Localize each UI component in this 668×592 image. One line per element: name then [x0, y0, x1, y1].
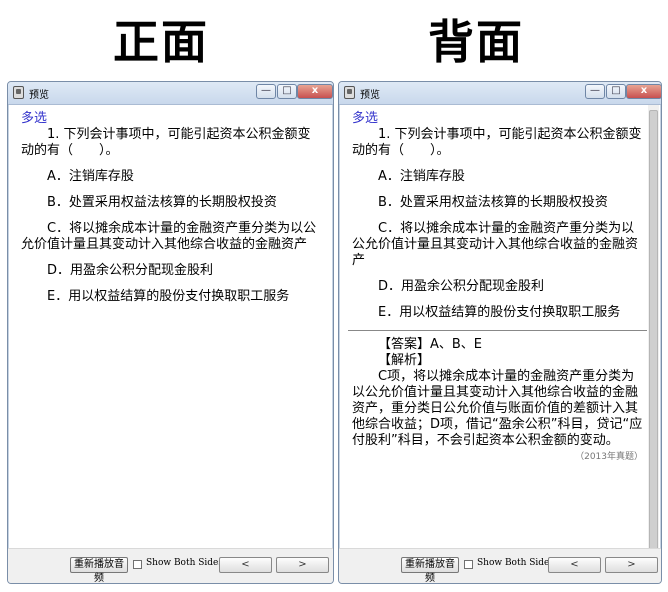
next-button[interactable]: > — [276, 557, 329, 573]
replay-audio-button[interactable]: 重新播放音频 — [401, 557, 459, 583]
back-preview-window: 预览 — □ x 多选 1. 下列会计事项中，可能引起资本公积金额变动的有（ ）… — [338, 81, 662, 584]
scrollbar-thumb[interactable] — [649, 110, 658, 550]
option-a: A．注销库存股 — [47, 169, 134, 184]
option-e: E．用以权益结算的股份支付换取职工服务 — [378, 305, 621, 320]
option-d: D．用盈余公积分配现金股利 — [378, 279, 545, 294]
minimize-button[interactable]: — — [256, 84, 276, 99]
source-note: （2013年真题） — [575, 452, 643, 462]
window-title: 预览 — [360, 90, 380, 101]
question-stem: 1. 下列会计事项中，可能引起资本公积金额变动的有（ ）。 — [21, 127, 311, 158]
close-button[interactable]: x — [626, 84, 661, 99]
option-c: C．将以摊余成本计量的金融资产重分类为以公允价值计量且其变动计入其他综合收益的金… — [352, 221, 639, 268]
option-b: B．处置采用权益法核算的长期股权投资 — [47, 195, 277, 210]
front-titlebar: 预览 — □ x — [8, 82, 333, 105]
app-icon — [344, 86, 355, 99]
replay-audio-button[interactable]: 重新播放音频 — [70, 557, 128, 583]
option-c: C．将以摊余成本计量的金融资产重分类为以公允价值计量且其变动计入其他综合收益的金… — [21, 221, 317, 252]
analysis-text: C项，将以摊余成本计量的金融资产重分类为以公允价值计量且其变动计入其他综合收益的… — [352, 369, 643, 448]
vertical-scrollbar[interactable] — [648, 105, 659, 550]
front-preview-window: 预览 — □ x 多选 1. 下列会计事项中，可能引起资本公积金额变动的有（ ）… — [7, 81, 334, 584]
prev-button[interactable]: < — [548, 557, 601, 573]
show-both-sides-label: Show Both Sides — [477, 558, 555, 568]
option-e: E．用以权益结算的股份支付换取职工服务 — [47, 289, 290, 304]
back-bottom-bar: 重新播放音频 Show Both Sides < > — [339, 548, 661, 583]
answer-divider — [348, 330, 647, 331]
option-b: B．处置采用权益法核算的长期股权投资 — [378, 195, 608, 210]
app-icon — [13, 86, 24, 99]
question-stem: 1. 下列会计事项中，可能引起资本公积金额变动的有（ ）。 — [352, 127, 642, 158]
answer-line: 【答案】A、B、E — [378, 337, 483, 352]
checkbox-icon[interactable] — [464, 560, 473, 569]
question-type: 多选 — [352, 111, 379, 126]
front-bottom-bar: 重新播放音频 Show Both Sides < > — [8, 548, 333, 583]
close-button[interactable]: x — [297, 84, 333, 99]
option-d: D．用盈余公积分配现金股利 — [47, 263, 214, 278]
option-a: A．注销库存股 — [378, 169, 465, 184]
prev-button[interactable]: < — [219, 557, 272, 573]
back-card-content: 多选 1. 下列会计事项中，可能引起资本公积金额变动的有（ ）。 A．注销库存股… — [339, 105, 661, 549]
minimize-button[interactable]: — — [585, 84, 605, 99]
back-titlebar: 预览 — □ x — [339, 82, 661, 105]
maximize-button[interactable]: □ — [606, 84, 626, 99]
front-heading: 正面 — [113, 15, 209, 69]
show-both-sides-label: Show Both Sides — [146, 558, 224, 568]
question-type: 多选 — [21, 111, 48, 126]
next-button[interactable]: > — [605, 557, 658, 573]
maximize-button[interactable]: □ — [277, 84, 297, 99]
analysis-label: 【解析】 — [378, 353, 431, 368]
back-heading: 背面 — [428, 15, 524, 69]
checkbox-icon[interactable] — [133, 560, 142, 569]
window-title: 预览 — [29, 90, 49, 101]
front-card-content: 多选 1. 下列会计事项中，可能引起资本公积金额变动的有（ ）。 A．注销库存股… — [8, 105, 333, 549]
